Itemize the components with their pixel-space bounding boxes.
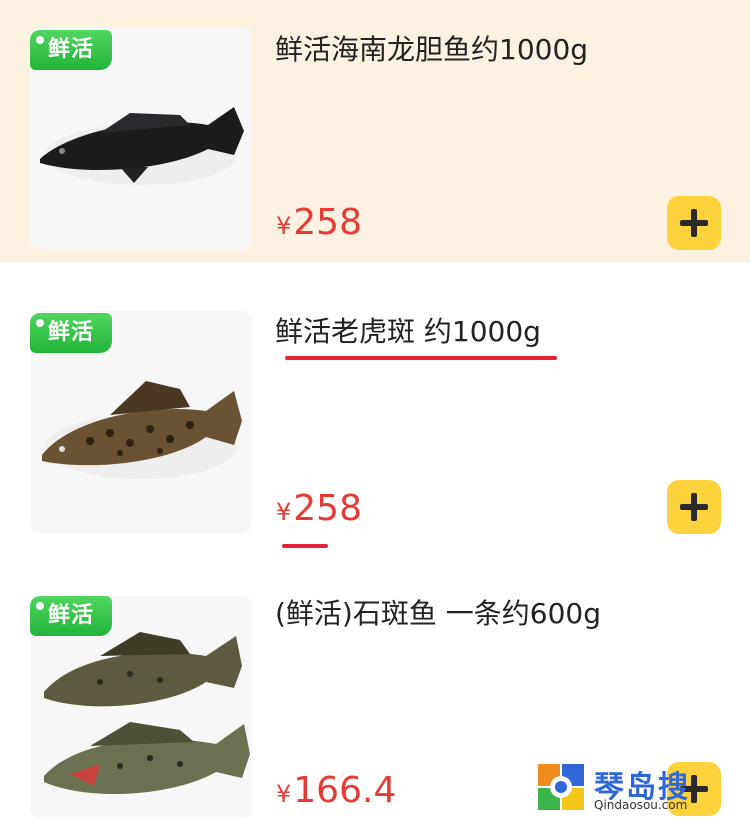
watermark-logo-icon: [538, 764, 584, 810]
product-title[interactable]: 鲜活老虎斑 约1000g: [275, 310, 541, 350]
product-card[interactable]: 鲜活 鲜活老虎斑 约1000g ¥258: [0, 262, 750, 556]
price-value: 258: [293, 488, 362, 529]
product-title[interactable]: 鲜活海南龙胆鱼约1000g: [275, 28, 588, 68]
currency-symbol: ¥: [276, 212, 292, 240]
currency-symbol: ¥: [276, 498, 292, 526]
watermark-url: Qindaosou.com: [594, 798, 688, 812]
add-to-cart-button[interactable]: [667, 480, 721, 534]
product-price: ¥258: [276, 488, 362, 529]
price-value: 166.4: [293, 770, 397, 811]
title-underline-annotation: [285, 356, 557, 360]
product-price: ¥166.4: [276, 770, 396, 811]
product-title[interactable]: (鲜活)石斑鱼 一条约600g: [275, 592, 601, 632]
price-underline-annotation: [282, 544, 328, 548]
fresh-badge: 鲜活: [30, 313, 112, 353]
product-card[interactable]: 鲜活 鲜活海南龙胆鱼约1000g ¥258: [0, 0, 750, 262]
price-value: 258: [293, 202, 362, 243]
fresh-badge: 鲜活: [30, 596, 112, 636]
site-watermark: 琴岛搜 Qindaosou.com: [538, 762, 738, 814]
fresh-badge: 鲜活: [30, 30, 112, 70]
currency-symbol: ¥: [276, 780, 292, 808]
add-to-cart-button[interactable]: [667, 196, 721, 250]
product-price: ¥258: [276, 202, 362, 243]
